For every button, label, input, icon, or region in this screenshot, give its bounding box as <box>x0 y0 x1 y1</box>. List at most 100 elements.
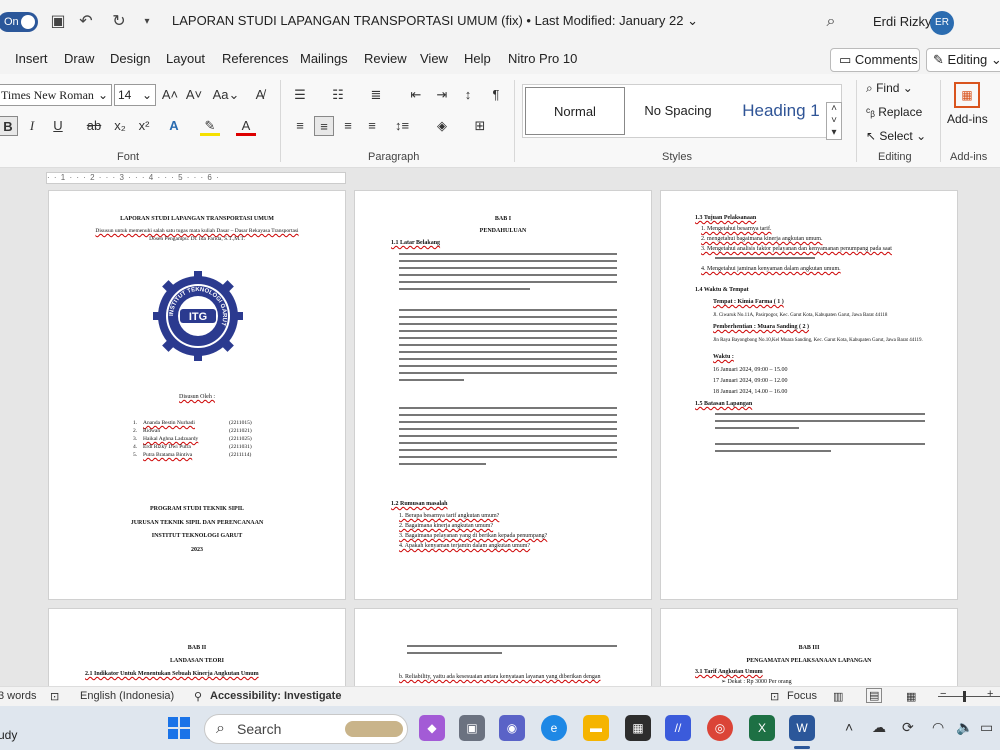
save-icon[interactable]: ▣ <box>47 11 69 33</box>
tab-mailings[interactable]: Mailings <box>300 51 348 66</box>
tab-references[interactable]: References <box>222 51 288 66</box>
sync-icon[interactable]: ⟳ <box>902 719 914 736</box>
style-normal[interactable]: Normal <box>525 87 625 135</box>
multilevel-list-icon[interactable]: ≣ <box>366 85 386 105</box>
language-indicator[interactable]: English (Indonesia) <box>80 690 174 702</box>
justify-icon[interactable]: ≡ <box>362 116 382 136</box>
taskbar-search[interactable]: ⌕ Search <box>204 714 408 744</box>
tab-design[interactable]: Design <box>110 51 150 66</box>
proofing-icon[interactable]: ⊡ <box>50 690 59 703</box>
decrease-indent-icon[interactable]: ⇤ <box>406 85 426 105</box>
active-app-indicator <box>794 746 810 749</box>
wifi-icon[interactable]: ◠ <box>932 719 944 736</box>
print-layout-icon[interactable]: ▤ <box>866 688 883 703</box>
zoom-slider-handle[interactable] <box>963 691 966 702</box>
borders-icon[interactable]: ⊞ <box>470 116 490 136</box>
copilot-icon[interactable]: ◆ <box>419 715 445 741</box>
zoom-in-icon[interactable]: + <box>987 688 993 700</box>
increase-indent-icon[interactable]: ⇥ <box>432 85 452 105</box>
undo-icon[interactable]: ↶ <box>75 11 97 33</box>
styles-scroll-icon[interactable]: ˄ ˅ ▾ <box>826 102 842 140</box>
strikethrough-button[interactable]: ab <box>84 116 104 136</box>
tab-view[interactable]: View <box>420 51 448 66</box>
horizontal-ruler[interactable]: · · 1 · · · 2 · · · 3 · · · 4 · · · 5 · … <box>46 172 346 184</box>
page-continuation[interactable]: b. Reliability, yaitu ada kesesuaian ant… <box>354 608 652 688</box>
font-name-select[interactable]: Times New Roman ⌄ <box>0 84 112 106</box>
avatar[interactable]: ER <box>930 11 954 35</box>
style-no-spacing[interactable]: No Spacing <box>633 87 723 135</box>
highlight-icon[interactable]: ✎ <box>200 116 220 136</box>
autosave-toggle[interactable]: On <box>0 12 38 32</box>
tab-review[interactable]: Review <box>364 51 407 66</box>
style-heading-1[interactable]: Heading 1 <box>731 87 831 135</box>
subscript-button[interactable]: x₂ <box>110 116 130 136</box>
tab-draw[interactable]: Draw <box>64 51 94 66</box>
tab-help[interactable]: Help <box>464 51 491 66</box>
align-center-icon[interactable]: ≡ <box>314 116 334 136</box>
shading-icon[interactable]: ◈ <box>432 116 452 136</box>
customize-qat-icon[interactable]: ▾ <box>136 11 158 33</box>
volume-icon[interactable]: 🔈 <box>956 719 973 736</box>
word-icon[interactable]: W <box>789 715 815 741</box>
page-tujuan[interactable]: 1.3 Tujuan Pelaksanaan 1. Mengetahui bes… <box>660 190 958 600</box>
tray-overflow-icon[interactable]: ˄ <box>845 719 853 735</box>
grow-font-icon[interactable]: A˄ <box>160 85 180 105</box>
sort-icon[interactable]: ↕ <box>458 85 478 105</box>
page-bab-2[interactable]: BAB II LANDASAN TEORI 2.1 Indikator Untu… <box>48 608 346 688</box>
zoom-out-icon[interactable]: − <box>940 688 946 700</box>
find-button[interactable]: ⌕ Find ⌄ <box>866 81 913 96</box>
start-icon[interactable] <box>168 717 190 739</box>
tab-layout[interactable]: Layout <box>166 51 205 66</box>
file-explorer-icon[interactable]: ▬ <box>583 715 609 741</box>
align-left-icon[interactable]: ≡ <box>290 116 310 136</box>
user-name[interactable]: Erdi Rizky <box>873 14 932 29</box>
visual-studio-icon[interactable]: // <box>665 715 691 741</box>
tab-insert[interactable]: Insert <box>15 51 48 66</box>
page-cover[interactable]: LAPORAN STUDI LAPANGAN TRANSPORTASI UMUM… <box>48 190 346 600</box>
excel-icon[interactable]: X <box>749 715 775 741</box>
change-case-icon[interactable]: Aa⌄ <box>212 85 240 105</box>
bullets-icon[interactable]: ☰ <box>290 85 310 105</box>
teams-icon[interactable]: ◉ <box>499 715 525 741</box>
comments-button[interactable]: ▭ Comments <box>830 48 920 72</box>
superscript-button[interactable]: x² <box>134 116 154 136</box>
edge-icon[interactable]: e <box>541 715 567 741</box>
page-bab-3[interactable]: BAB III PENGAMATAN PELAKSANAAN LAPANGAN … <box>660 608 958 688</box>
ribbon: Times New Roman ⌄ 14 ⌄ A˄ A˅ Aa⌄ A̸ B I U … <box>0 74 1000 168</box>
accessibility-icon: ⚲ <box>194 691 203 703</box>
store-icon[interactable]: ▦ <box>625 715 651 741</box>
line-spacing-icon[interactable]: ↕≡ <box>392 116 412 136</box>
widget-label[interactable]: udy <box>0 728 17 742</box>
accessibility-status[interactable]: Accessibility: Investigate <box>210 690 341 702</box>
word-count[interactable]: 3 words <box>0 690 37 702</box>
focus-mode-button[interactable]: Focus <box>787 690 817 702</box>
group-addins-label: Add-ins <box>950 151 988 163</box>
addins-icon[interactable]: ▦ <box>954 82 980 108</box>
page-bab-1[interactable]: BAB I PENDAHULUAN 1.1 Latar Belakang 1.2… <box>354 190 652 600</box>
clear-format-icon[interactable]: A̸ <box>250 85 270 105</box>
text-effects-icon[interactable]: A <box>164 116 184 136</box>
align-right-icon[interactable]: ≡ <box>338 116 358 136</box>
chrome-icon[interactable]: ◎ <box>707 715 733 741</box>
shrink-font-icon[interactable]: A˅ <box>184 85 204 105</box>
editing-mode-button[interactable]: ✎ Editing ⌄ <box>926 48 1000 72</box>
numbering-icon[interactable]: ☷ <box>328 85 348 105</box>
web-layout-icon[interactable]: ▦ <box>906 690 916 703</box>
bold-button[interactable]: B <box>0 116 18 136</box>
document-title[interactable]: LAPORAN STUDI LAPANGAN TRANSPORTASI UMUM… <box>172 13 698 29</box>
tab-nitro[interactable]: Nitro Pro 10 <box>508 51 577 66</box>
italic-button[interactable]: I <box>22 116 42 136</box>
addins-button[interactable]: Add-ins <box>947 112 988 126</box>
battery-icon[interactable]: ▭ <box>980 719 993 736</box>
replace-button[interactable]: ᶜᵦ Replace <box>866 105 922 119</box>
select-button[interactable]: ↖ Select ⌄ <box>866 129 926 143</box>
task-view-icon[interactable]: ▣ <box>459 715 485 741</box>
read-mode-icon[interactable]: ▥ <box>833 690 843 703</box>
underline-button[interactable]: U <box>48 116 68 136</box>
redo-icon[interactable]: ↻ <box>108 11 130 33</box>
weather-icon[interactable]: ☁ <box>872 719 886 736</box>
show-marks-icon[interactable]: ¶ <box>486 85 506 105</box>
search-icon[interactable]: ⌕ <box>820 11 842 33</box>
font-size-select[interactable]: 14 ⌄ <box>114 84 156 106</box>
font-color-icon[interactable]: A <box>236 116 256 136</box>
